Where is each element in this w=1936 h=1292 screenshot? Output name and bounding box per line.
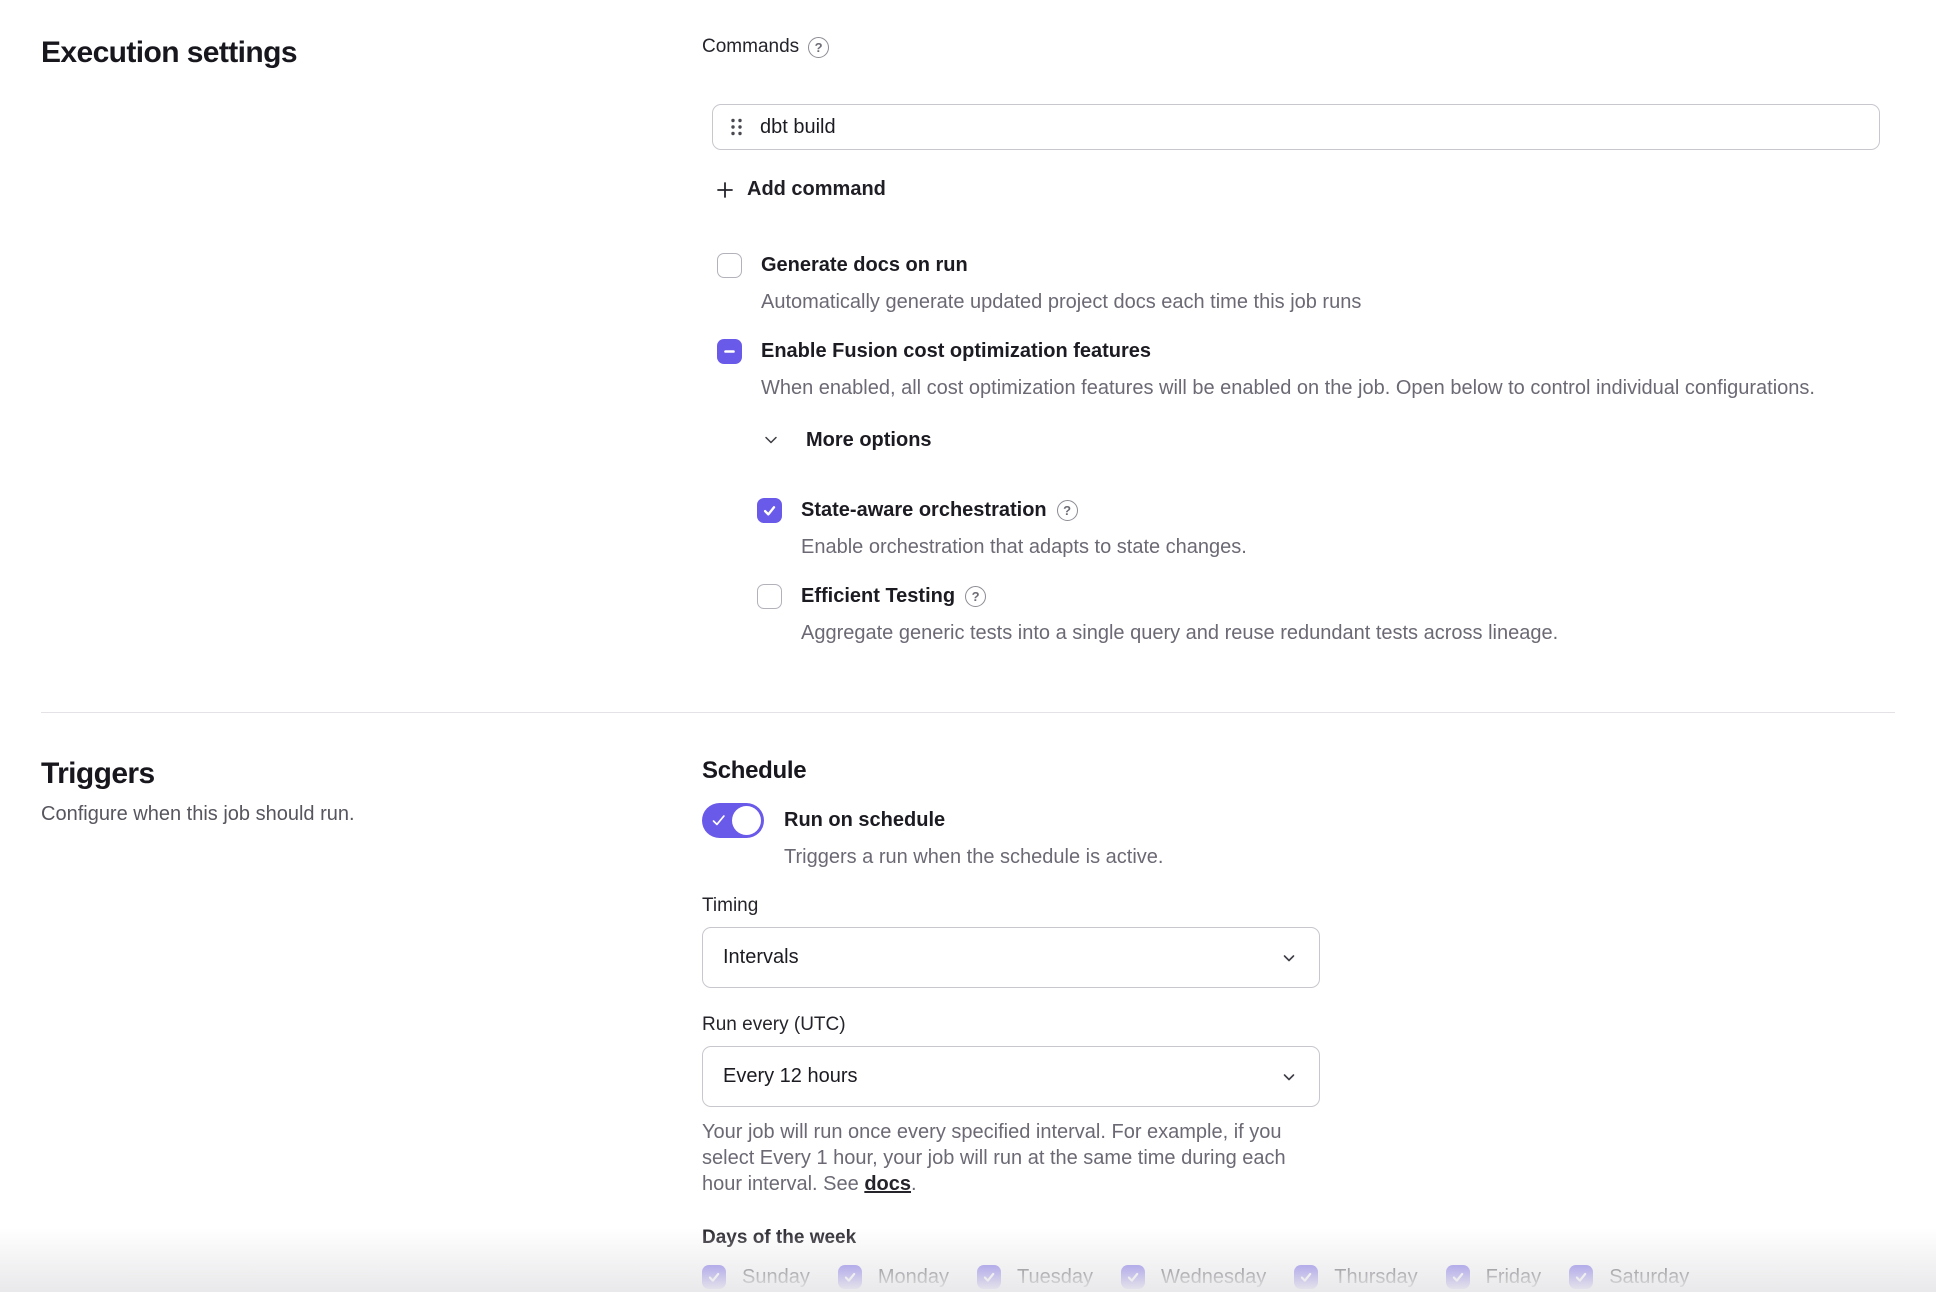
- run-on-schedule-label: Run on schedule: [784, 803, 1163, 838]
- execution-settings-left-column: Execution settings: [41, 36, 702, 646]
- day-label: Sunday: [742, 1266, 810, 1289]
- schedule-title: Schedule: [702, 757, 1895, 785]
- generate-docs-row: Generate docs on run Automatically gener…: [717, 253, 1895, 315]
- toggle-check-icon: [711, 813, 727, 828]
- efficient-testing-label-row: Efficient Testing ?: [801, 584, 1558, 609]
- checkbox-check-icon: [1294, 1265, 1318, 1289]
- timing-label: Timing: [702, 895, 1895, 917]
- execution-settings-right-column: Commands ? dbt build Add command: [702, 36, 1895, 646]
- commands-help-icon[interactable]: ?: [808, 37, 829, 58]
- triggers-section: Triggers Configure when this job should …: [0, 713, 1936, 1289]
- day-checkbox-sunday[interactable]: Sunday: [702, 1265, 810, 1289]
- checkbox-check-icon: [1121, 1265, 1145, 1289]
- efficient-testing-help-icon[interactable]: ?: [965, 586, 986, 607]
- timing-select[interactable]: Intervals: [702, 927, 1320, 988]
- day-label: Tuesday: [1017, 1266, 1093, 1289]
- interval-help-text: Your job will run once every specified i…: [702, 1119, 1302, 1197]
- days-of-week-row: Sunday Monday Tuesday Wednesday Thursday: [702, 1265, 1895, 1289]
- plus-icon: [715, 180, 735, 200]
- commands-label: Commands: [702, 36, 799, 58]
- triggers-right-column: Schedule Run on schedule Triggers a run …: [702, 757, 1895, 1289]
- more-options-label: More options: [806, 429, 932, 452]
- generate-docs-label: Generate docs on run: [761, 253, 1361, 278]
- fusion-row: Enable Fusion cost optimization features…: [717, 339, 1895, 401]
- checkbox-check-icon: [1446, 1265, 1470, 1289]
- chevron-down-icon: [1279, 1067, 1299, 1087]
- fusion-checkbox[interactable]: [717, 339, 742, 364]
- generate-docs-description: Automatically generate updated project d…: [761, 289, 1361, 315]
- run-on-schedule-description: Triggers a run when the schedule is acti…: [784, 846, 1163, 869]
- state-aware-label: State-aware orchestration: [801, 498, 1047, 523]
- efficient-testing-description: Aggregate generic tests into a single qu…: [801, 620, 1558, 646]
- checkbox-check-icon: [977, 1265, 1001, 1289]
- day-checkbox-wednesday[interactable]: Wednesday: [1121, 1265, 1266, 1289]
- generate-docs-checkbox[interactable]: [717, 253, 742, 278]
- run-every-label: Run every (UTC): [702, 1014, 1895, 1036]
- state-aware-help-icon[interactable]: ?: [1057, 500, 1078, 521]
- efficient-testing-checkbox[interactable]: [757, 584, 782, 609]
- commands-label-row: Commands ?: [702, 36, 1895, 58]
- state-aware-label-row: State-aware orchestration ?: [801, 498, 1247, 523]
- days-of-week-label: Days of the week: [702, 1227, 1895, 1249]
- command-value: dbt build: [760, 116, 836, 139]
- fusion-label: Enable Fusion cost optimization features: [761, 339, 1815, 364]
- day-checkbox-thursday[interactable]: Thursday: [1294, 1265, 1417, 1289]
- checkbox-check-icon: [1569, 1265, 1593, 1289]
- run-on-schedule-row: Run on schedule Triggers a run when the …: [702, 803, 1895, 869]
- state-aware-checkbox[interactable]: [757, 498, 782, 523]
- docs-link[interactable]: docs: [864, 1173, 911, 1195]
- more-options-toggle[interactable]: More options: [762, 429, 932, 452]
- fusion-description: When enabled, all cost optimization feat…: [761, 375, 1815, 401]
- interval-help-text-body: Your job will run once every specified i…: [702, 1121, 1286, 1195]
- day-label: Saturday: [1609, 1266, 1689, 1289]
- run-every-select[interactable]: Every 12 hours: [702, 1046, 1320, 1107]
- day-checkbox-monday[interactable]: Monday: [838, 1265, 949, 1289]
- efficient-testing-label: Efficient Testing: [801, 584, 955, 609]
- day-label: Friday: [1486, 1266, 1542, 1289]
- triggers-subtitle: Configure when this job should run.: [41, 803, 702, 826]
- timing-value: Intervals: [723, 946, 799, 969]
- execution-settings-title: Execution settings: [41, 36, 702, 70]
- toggle-knob: [732, 806, 761, 835]
- state-aware-row: State-aware orchestration ? Enable orche…: [757, 498, 1895, 560]
- command-input[interactable]: dbt build: [712, 104, 1880, 150]
- day-label: Wednesday: [1161, 1266, 1266, 1289]
- run-every-value: Every 12 hours: [723, 1065, 858, 1088]
- job-settings-page: Execution settings Commands ? dbt build: [0, 0, 1936, 1292]
- state-aware-description: Enable orchestration that adapts to stat…: [801, 534, 1247, 560]
- interval-help-text-period: .: [911, 1173, 917, 1195]
- triggers-title: Triggers: [41, 757, 702, 791]
- triggers-left-column: Triggers Configure when this job should …: [41, 757, 702, 1289]
- chevron-down-icon: [762, 431, 780, 449]
- day-checkbox-tuesday[interactable]: Tuesday: [977, 1265, 1093, 1289]
- add-command-button[interactable]: Add command: [715, 178, 886, 201]
- checkbox-check-icon: [702, 1265, 726, 1289]
- checkbox-check-icon: [838, 1265, 862, 1289]
- day-checkbox-saturday[interactable]: Saturday: [1569, 1265, 1689, 1289]
- drag-handle-icon[interactable]: [729, 116, 744, 138]
- efficient-testing-row: Efficient Testing ? Aggregate generic te…: [757, 584, 1895, 646]
- day-label: Monday: [878, 1266, 949, 1289]
- execution-settings-section: Execution settings Commands ? dbt build: [0, 36, 1936, 646]
- day-checkbox-friday[interactable]: Friday: [1446, 1265, 1542, 1289]
- day-label: Thursday: [1334, 1266, 1417, 1289]
- add-command-label: Add command: [747, 178, 886, 201]
- execution-options-group: Generate docs on run Automatically gener…: [717, 253, 1895, 647]
- chevron-down-icon: [1279, 948, 1299, 968]
- run-on-schedule-toggle[interactable]: [702, 803, 764, 838]
